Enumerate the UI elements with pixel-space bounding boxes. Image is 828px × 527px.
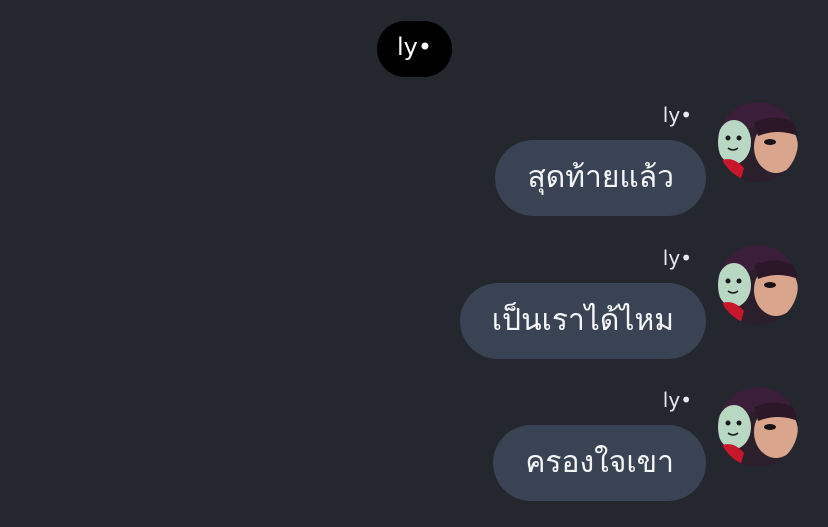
sender-name: ly• — [662, 103, 692, 127]
chat-window: ly• ly• สุดท้ายแล้ว ly• เป็นเราได้ไหม ly… — [0, 0, 828, 527]
avatar-photo-icon — [718, 387, 798, 467]
avatar-photo-icon — [718, 245, 798, 325]
message-row: ly• ครองใจเขา — [0, 387, 828, 527]
avatar-photo-icon — [718, 102, 798, 182]
avatar[interactable] — [718, 245, 798, 325]
message-row: ly• เป็นเราได้ไหม — [0, 245, 828, 385]
sender-name: ly• — [662, 246, 692, 270]
message-bubble[interactable]: สุดท้ายแล้ว — [495, 140, 706, 216]
avatar[interactable] — [718, 102, 798, 182]
chat-title: ly• — [396, 33, 433, 61]
sender-name: ly• — [662, 388, 692, 412]
message-row: ly• สุดท้ายแล้ว — [0, 102, 828, 242]
avatar[interactable] — [718, 387, 798, 467]
message-bubble[interactable]: เป็นเราได้ไหม — [459, 283, 706, 359]
message-bubble[interactable]: ครองใจเขา — [493, 425, 706, 501]
chat-title-pill[interactable]: ly• — [377, 21, 452, 77]
